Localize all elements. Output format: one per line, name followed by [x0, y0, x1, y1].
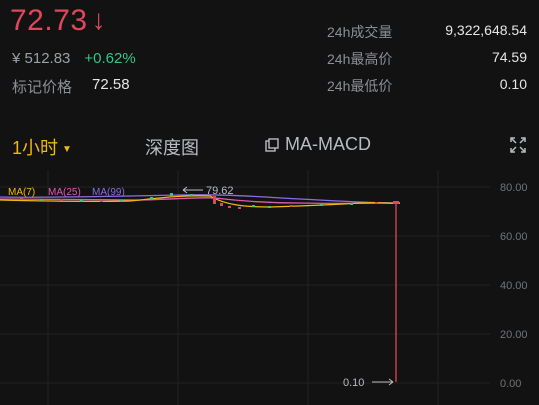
copy-icon	[265, 137, 279, 152]
expand-icon[interactable]	[510, 137, 526, 153]
stats-panel: 24h成交量 9,322,648.54 24h最高价 74.59 24h最低价 …	[327, 22, 527, 103]
tab-depth[interactable]: 深度图	[145, 134, 199, 160]
tab-indicator-label: MA-MACD	[285, 134, 371, 154]
kline-chart[interactable]: 80.00 60.00 40.00 20.00 0.00 79.62 0.10 …	[0, 170, 539, 405]
legend-ma7: MA(7)	[8, 187, 35, 198]
low-marker-label: 0.10	[343, 377, 364, 389]
mark-price-label: 标记价格	[12, 79, 73, 96]
y-tick-label: 0.00	[500, 378, 521, 390]
cny-price: ¥ 512.83	[12, 50, 71, 67]
caret-down-icon: ▼	[62, 143, 72, 155]
ma-legend: MA(7) MA(25) MA(99)	[8, 187, 125, 198]
sub-price-row: ¥ 512.83 +0.62%	[12, 50, 136, 67]
chart-tabs: 1小时 ▼ 深度图 MA-MACD	[0, 128, 539, 164]
stat-label: 24h最高价	[327, 51, 393, 67]
stat-high: 24h最高价 74.59	[327, 49, 527, 76]
last-candle	[393, 201, 399, 204]
tab-interval[interactable]: 1小时 ▼	[12, 134, 72, 160]
down-arrow-icon: ↓	[91, 4, 106, 35]
y-tick-label: 20.00	[500, 329, 528, 341]
chart-grid	[0, 170, 490, 405]
stat-value: 9,322,648.54	[445, 22, 527, 38]
stat-label: 24h成交量	[327, 24, 393, 40]
legend-ma25: MA(25)	[48, 187, 81, 198]
high-marker-label: 79.62	[206, 185, 234, 197]
y-tick-label: 60.00	[500, 231, 528, 243]
tab-interval-label: 1小时	[12, 138, 59, 158]
legend-ma99: MA(99)	[92, 187, 125, 198]
change-percent: +0.62%	[84, 50, 136, 67]
last-price-row: 72.73 ↓	[10, 4, 106, 38]
last-price: 72.73	[10, 4, 88, 37]
tab-indicator[interactable]: MA-MACD	[265, 134, 371, 155]
stat-label: 24h最低价	[327, 78, 393, 94]
mark-price-value: 72.58	[92, 76, 130, 93]
y-tick-label: 40.00	[500, 280, 528, 292]
stat-low: 24h最低价 0.10	[327, 76, 527, 103]
stat-volume: 24h成交量 9,322,648.54	[327, 22, 527, 49]
tab-depth-label: 深度图	[145, 138, 199, 158]
stat-value: 74.59	[491, 49, 527, 65]
mark-price-row: 标记价格 72.58	[12, 76, 130, 97]
y-tick-label: 80.00	[500, 182, 528, 194]
stat-value: 0.10	[499, 76, 527, 92]
